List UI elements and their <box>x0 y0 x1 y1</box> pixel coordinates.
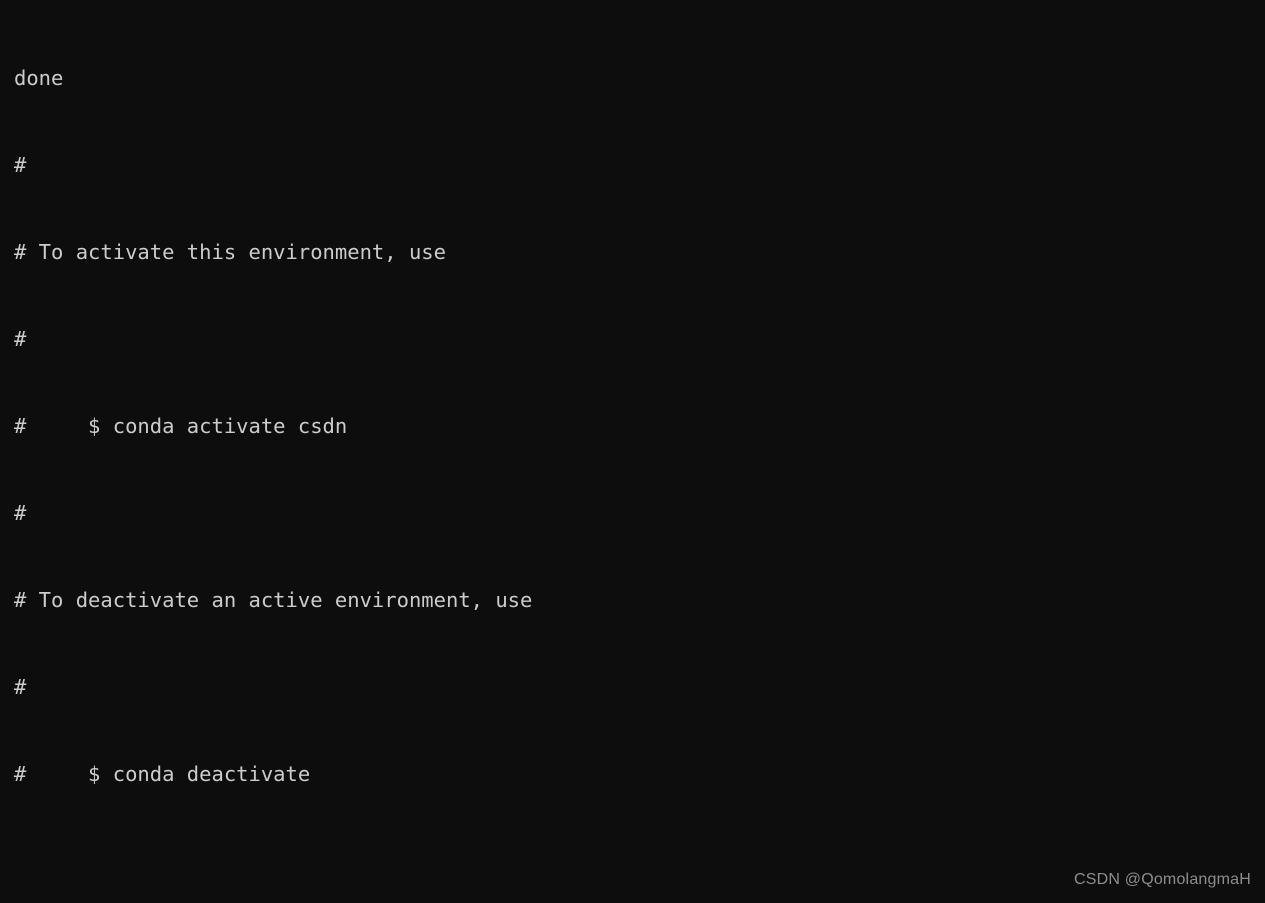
terminal-screen: done # # To activate this environment, u… <box>14 0 990 903</box>
output-line: # $ conda deactivate <box>14 762 311 786</box>
csdn-watermark: CSDN @QomolangmaH <box>1073 871 1251 888</box>
output-line: # <box>14 501 27 525</box>
output-line: done <box>14 66 64 90</box>
output-line: # $ conda activate csdn <box>14 414 348 438</box>
terminal-window[interactable]: done # # To activate this environment, u… <box>0 0 1265 903</box>
output-line: # <box>14 153 27 177</box>
output-line: # To deactivate an active environment, u… <box>14 588 533 612</box>
output-line: # <box>14 327 27 351</box>
output-line: # To activate this environment, use <box>14 240 446 264</box>
output-line: # <box>14 675 27 699</box>
